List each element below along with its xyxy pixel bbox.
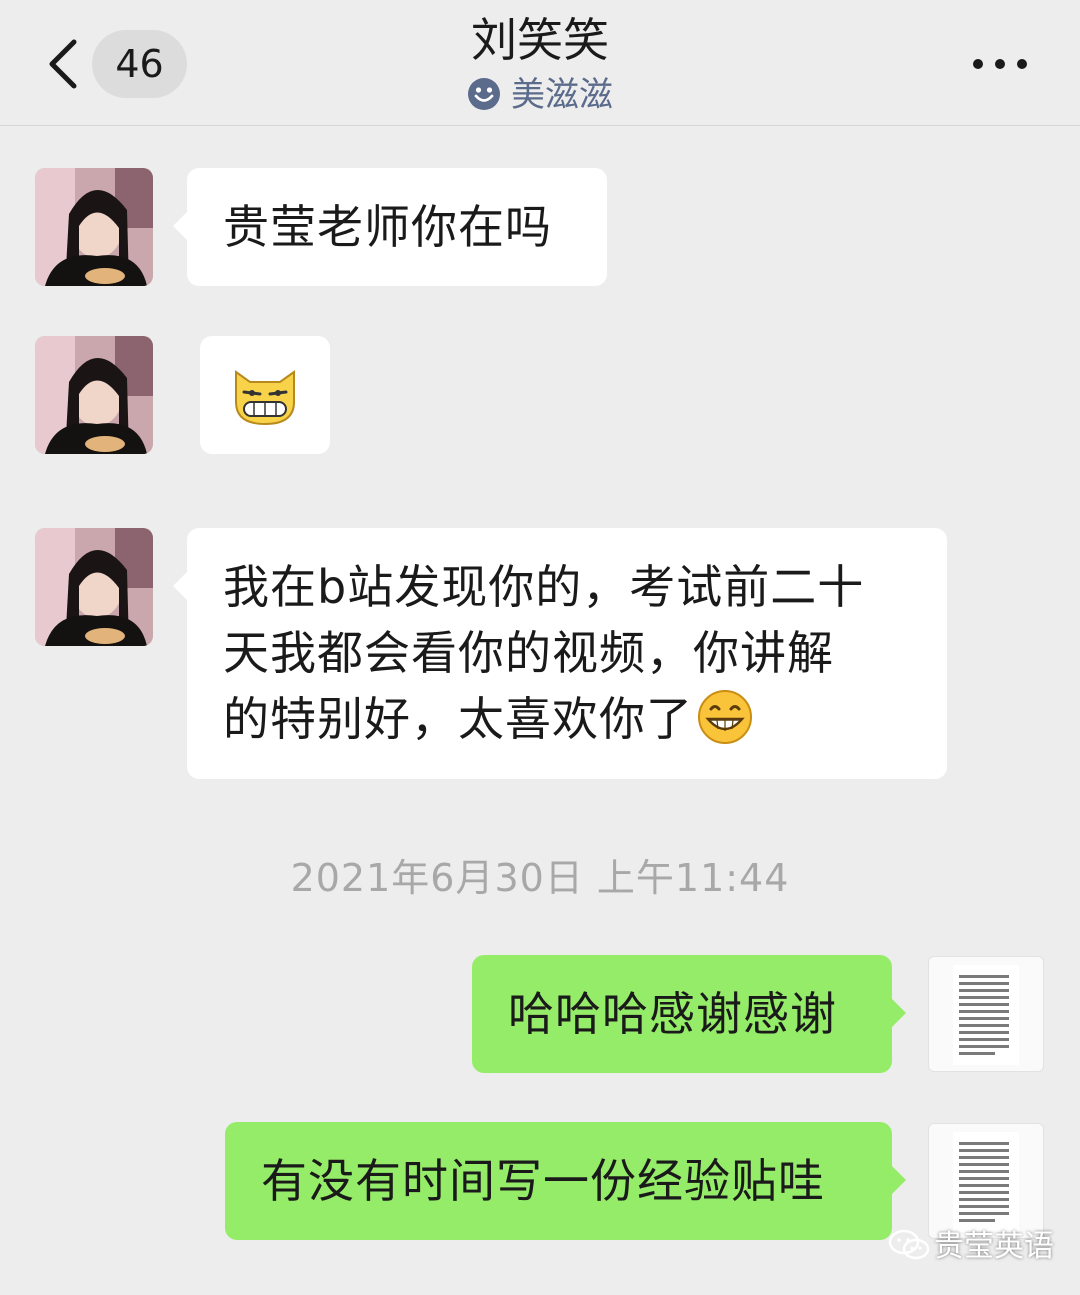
status-text: 美滋滋 <box>511 75 613 115</box>
document-thumbnail-icon <box>953 1132 1019 1232</box>
message-text: 有没有时间写一份经验贴哇 <box>261 1154 825 1208</box>
contact-avatar[interactable] <box>35 168 153 286</box>
my-avatar[interactable] <box>928 956 1044 1072</box>
watermark-text: 贵莹英语 <box>934 1229 1054 1264</box>
chat-title: 刘笑笑 <box>471 13 609 67</box>
message-bubble-incoming[interactable]: 贵莹老师你在吗 <box>173 168 607 286</box>
bubble-tail <box>173 212 187 240</box>
smile-status-icon <box>468 78 500 110</box>
chat-header: 46 刘笑笑 美滋滋 <box>0 0 1080 126</box>
message-line: 的特别好，太喜欢你了 <box>223 692 693 746</box>
message-line: 天我都会看你的视频，你讲解 <box>223 626 834 680</box>
contact-status: 美滋滋 <box>0 72 1080 118</box>
grin-emoji-icon <box>698 690 752 744</box>
bubble-tail <box>892 1166 906 1194</box>
message-bubble-incoming[interactable]: 我在b站发现你的，考试前二十 天我都会看你的视频，你讲解 的特别好，太喜欢你了 <box>173 528 947 779</box>
message-line-with-emoji: 的特别好，太喜欢你了 <box>223 686 911 752</box>
message-line: 我在b站发现你的，考试前二十 <box>223 560 865 614</box>
grinning-cat-sticker-icon <box>235 370 295 426</box>
message-text: 哈哈哈感谢感谢 <box>508 987 837 1041</box>
wechat-logo-icon <box>888 1229 930 1260</box>
my-avatar[interactable] <box>928 1123 1044 1239</box>
message-bubble-outgoing[interactable]: 哈哈哈感谢感谢 <box>472 955 906 1073</box>
bubble-tail <box>173 572 187 600</box>
message-text: 贵莹老师你在吗 <box>223 200 552 254</box>
sticker-bubble[interactable] <box>200 336 330 454</box>
contact-avatar[interactable] <box>35 336 153 454</box>
contact-avatar[interactable] <box>35 528 153 646</box>
message-bubble-outgoing[interactable]: 有没有时间写一份经验贴哇 <box>225 1122 906 1240</box>
chat-timestamp: 2021年6月30日 上午11:44 <box>290 856 790 900</box>
bubble-tail <box>892 999 906 1027</box>
more-options-icon[interactable] <box>968 48 1032 80</box>
document-thumbnail-icon <box>953 965 1019 1065</box>
watermark: 贵莹英语 <box>888 1224 1068 1270</box>
